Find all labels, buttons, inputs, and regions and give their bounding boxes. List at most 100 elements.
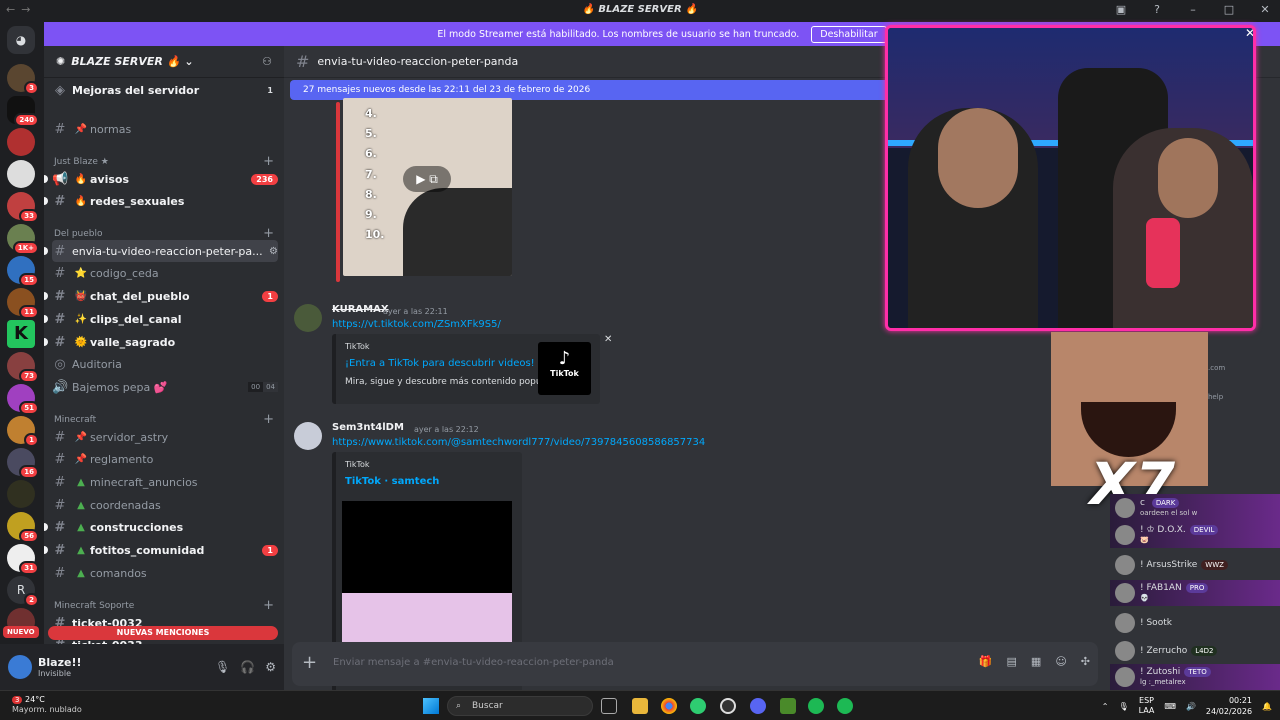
- microphone-icon[interactable]: 🎙: [1118, 702, 1128, 711]
- task-view-icon[interactable]: [601, 698, 617, 714]
- channel-avisos[interactable]: 📢 🔥 avisos 236: [44, 168, 278, 190]
- channel-envia-tu-video[interactable]: # envia-tu-video-reaccion-peter-pa... ⚙: [44, 240, 278, 262]
- remove-embed-icon[interactable]: ✕: [604, 334, 612, 345]
- close-icon[interactable]: ✕: [1245, 28, 1253, 40]
- channel-clips[interactable]: # ✨ clips_del_canal: [44, 308, 278, 330]
- embed-provider[interactable]: TikTok: [345, 460, 370, 469]
- embed-provider[interactable]: TikTok: [345, 342, 370, 351]
- maximize-button[interactable]: □: [1222, 3, 1236, 16]
- channel-redes[interactable]: # 🔥 redes_sexuales: [44, 190, 278, 212]
- video-thumbnail[interactable]: [342, 501, 512, 593]
- add-channel-icon[interactable]: +: [263, 412, 274, 427]
- discord-icon[interactable]: [750, 698, 766, 714]
- message-composer[interactable]: + Enviar mensaje a #envia-tu-video-reacc…: [292, 642, 1098, 686]
- disable-streamer-button[interactable]: Deshabilitar: [811, 25, 887, 43]
- invite-icon[interactable]: ⚇: [262, 55, 272, 68]
- category-minecraft[interactable]: Minecraft +: [54, 412, 274, 427]
- settings-gear-icon[interactable]: ⚙: [269, 246, 278, 257]
- channel-comandos[interactable]: # ▲ comandos: [52, 562, 278, 584]
- play-button[interactable]: ▶ ⧉: [403, 166, 451, 192]
- add-channel-icon[interactable]: +: [263, 154, 274, 169]
- channel-coordenadas[interactable]: # ▲ coordenadas: [52, 494, 278, 516]
- add-channel-icon[interactable]: +: [263, 598, 274, 613]
- windows-start-icon[interactable]: [423, 698, 439, 714]
- new-mentions-bar[interactable]: NUEVAS MENCIONES: [48, 626, 278, 640]
- composer-placeholder[interactable]: Enviar mensaje a #envia-tu-video-reaccio…: [333, 657, 614, 668]
- file-explorer-icon[interactable]: [632, 698, 648, 714]
- server-header[interactable]: ✺ BLAZE SERVER 🔥 ⌄ ⚇: [44, 46, 284, 78]
- embed-title[interactable]: TikTok · samtech: [345, 476, 439, 487]
- microphone-icon[interactable]: 🎙: [215, 660, 230, 674]
- channel-normas[interactable]: # 📌 normas: [52, 118, 278, 140]
- message-author[interactable]: KURAMAX: [332, 304, 389, 315]
- channel-reglamento[interactable]: # 📌 reglamento: [52, 448, 278, 470]
- taskbar-search[interactable]: ⌕ Buscar: [447, 696, 593, 716]
- new-messages-banner[interactable]: 27 mensajes nuevos desde las 22:11 del 2…: [290, 80, 940, 100]
- server-icon[interactable]: 33: [7, 192, 39, 223]
- gif-icon[interactable]: ▤: [1007, 655, 1017, 668]
- embed-title[interactable]: ¡Entra a TikTok para descubrir videos!: [345, 358, 535, 369]
- server-icon[interactable]: 73: [7, 352, 39, 383]
- language-indicator[interactable]: ESP: [1139, 696, 1154, 705]
- weather-widget[interactable]: 3 24°C Mayorm. nublado: [12, 695, 82, 715]
- spotify-icon[interactable]: [837, 698, 853, 714]
- headphones-icon[interactable]: 🎧: [240, 660, 255, 674]
- settings-gear-icon[interactable]: ⚙: [265, 660, 276, 674]
- server-icon[interactable]: [7, 480, 35, 508]
- server-icon[interactable]: 51: [7, 384, 39, 415]
- gift-icon[interactable]: 🎁: [979, 655, 993, 668]
- server-icon[interactable]: 16: [7, 448, 39, 479]
- server-icon[interactable]: 31: [7, 544, 39, 575]
- category-del-pueblo[interactable]: Del pueblo +: [54, 226, 274, 241]
- close-button[interactable]: ✕: [1258, 3, 1272, 16]
- channel-chat-pueblo[interactable]: # 👹 chat_del_pueblo 1: [44, 285, 278, 307]
- add-channel-icon[interactable]: +: [263, 226, 274, 241]
- sidebar-link[interactable]: help: [1208, 393, 1223, 401]
- avatar[interactable]: [294, 422, 322, 450]
- server-icon[interactable]: 3: [7, 64, 39, 95]
- server-icon-blaze[interactable]: 240: [7, 96, 39, 127]
- emoji-icon[interactable]: ☺: [1055, 655, 1066, 668]
- server-icon[interactable]: 1: [7, 416, 39, 447]
- apps-icon[interactable]: ✣: [1081, 655, 1090, 668]
- server-icon[interactable]: 56: [7, 512, 39, 543]
- xbox-icon[interactable]: [808, 698, 824, 714]
- kick-icon[interactable]: K: [7, 320, 35, 348]
- channel-construcciones[interactable]: # ▲ construcciones: [44, 516, 278, 538]
- voice-channel-bajemos[interactable]: 🔊 Bajemos pepa 💕 00 04: [52, 376, 278, 398]
- sticker-icon[interactable]: ▦: [1031, 655, 1041, 668]
- network-icon[interactable]: ⌨: [1164, 702, 1176, 711]
- avatar[interactable]: [294, 304, 322, 332]
- discord-home-icon[interactable]: ◕: [7, 26, 35, 54]
- channel-valle[interactable]: # 🌞 valle_sagrado: [44, 331, 278, 353]
- message-link[interactable]: https://vt.tiktok.com/ZSmXFk9S5/: [332, 319, 501, 330]
- video-embed[interactable]: 4. 5. 6. 7. 8. 9. 10. ▶ ⧉: [343, 98, 512, 276]
- sidebar-link[interactable]: .com: [1208, 364, 1225, 372]
- minecraft-icon[interactable]: [780, 698, 796, 714]
- server-icon-r[interactable]: R2: [7, 576, 39, 607]
- inbox-icon[interactable]: ▣: [1114, 3, 1128, 16]
- message-link[interactable]: https://www.tiktok.com/@samtechwordl777/…: [332, 437, 705, 448]
- chrome-icon[interactable]: [661, 698, 677, 714]
- server-boost-item[interactable]: ◈ Mejoras del servidor 1: [52, 79, 278, 101]
- notifications-icon[interactable]: 🔔: [1262, 702, 1272, 711]
- server-icon[interactable]: 15: [7, 256, 39, 287]
- add-attachment-icon[interactable]: +: [302, 652, 317, 673]
- app-icon[interactable]: [690, 698, 706, 714]
- help-icon[interactable]: ?: [1150, 3, 1164, 16]
- channel-fotitos[interactable]: # ▲ fotitos_comunidad 1: [44, 539, 278, 561]
- server-icon[interactable]: [7, 160, 35, 188]
- new-badge[interactable]: NUEVO: [3, 626, 39, 638]
- category-minecraft-soporte[interactable]: Minecraft Soporte +: [54, 598, 274, 613]
- channel-auditoria[interactable]: ◎ Auditoria: [52, 353, 278, 375]
- category-just-blaze[interactable]: Just Blaze ★ +: [54, 154, 274, 169]
- chevron-up-icon[interactable]: ⌃: [1102, 702, 1109, 711]
- server-icon[interactable]: 11: [7, 288, 39, 319]
- volume-icon[interactable]: 🔊: [1186, 702, 1196, 711]
- channel-astry[interactable]: # 📌 servidor_astry: [52, 426, 278, 448]
- message-author[interactable]: Sem3nt4lDM: [332, 422, 404, 433]
- server-icon[interactable]: 1K+: [7, 224, 39, 255]
- clock[interactable]: 00:21 24/02/2026: [1206, 695, 1252, 717]
- minimize-button[interactable]: –: [1186, 3, 1200, 16]
- channel-mc-anuncios[interactable]: # ▲ minecraft_anuncios: [52, 471, 278, 493]
